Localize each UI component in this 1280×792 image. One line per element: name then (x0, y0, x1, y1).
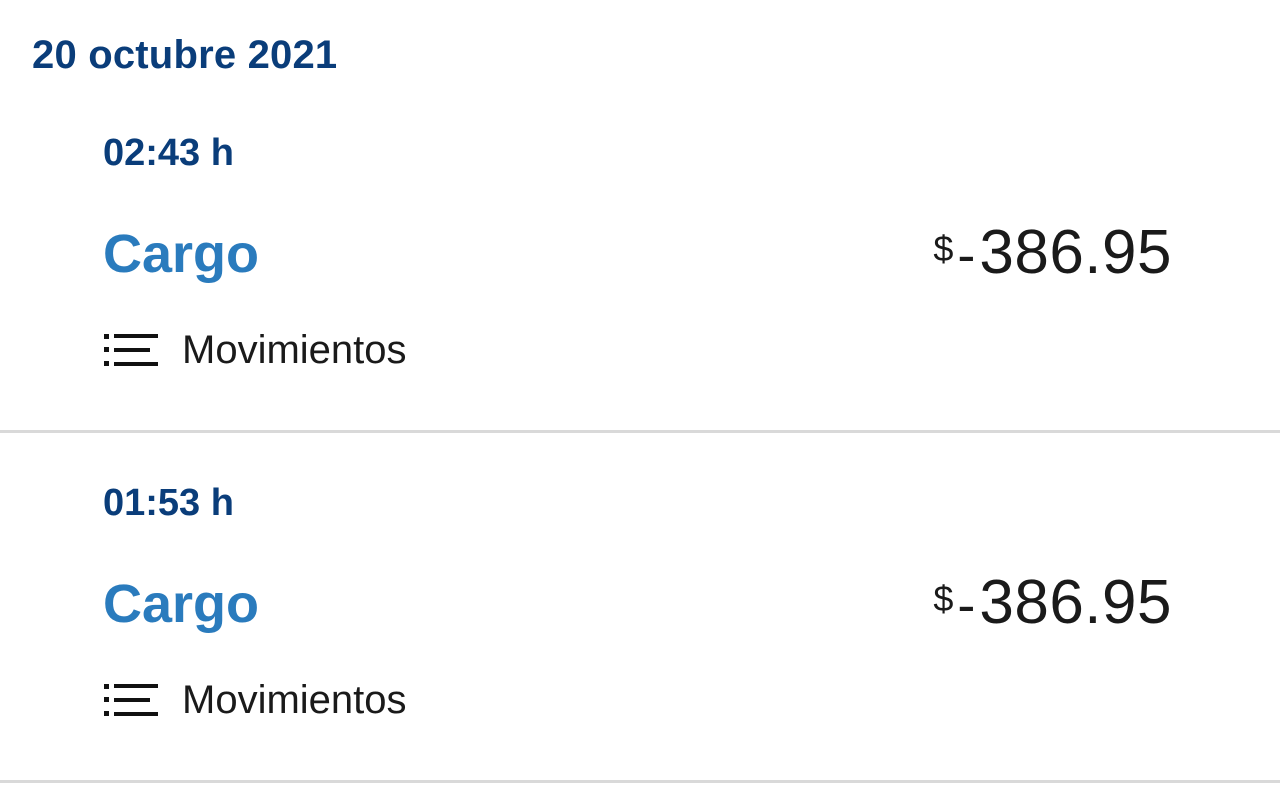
movimientos-link[interactable]: Movimientos (104, 328, 407, 372)
transaction-time: 01:53 h (103, 482, 234, 524)
transaction-item[interactable]: 01:53 h Cargo $-386.95 Movimientos (0, 432, 1280, 782)
amount-value: 386.95 (979, 218, 1172, 287)
transaction-time: 02:43 h (103, 132, 234, 174)
movimientos-label: Movimientos (182, 678, 407, 722)
transaction-amount: $-386.95 (933, 570, 1172, 652)
amount-sign: - (957, 575, 976, 635)
list-icon (104, 331, 158, 369)
amount-currency: $ (933, 228, 954, 269)
movimientos-label: Movimientos (182, 328, 407, 372)
transaction-amount: $-386.95 (933, 220, 1172, 302)
movimientos-link[interactable]: Movimientos (104, 678, 407, 722)
transaction-item[interactable]: 02:43 h Cargo $-386.95 Movimientos (0, 82, 1280, 432)
amount-sign: - (957, 225, 976, 285)
date-header: 20 octubre 2021 (32, 33, 338, 77)
transaction-type: Cargo (103, 224, 260, 284)
list-icon (104, 681, 158, 719)
divider (0, 780, 1280, 783)
transactions-page: 20 octubre 2021 02:43 h Cargo $-386.95 M… (0, 0, 1280, 792)
amount-currency: $ (933, 578, 954, 619)
amount-value: 386.95 (979, 568, 1172, 637)
transaction-type: Cargo (103, 574, 260, 634)
